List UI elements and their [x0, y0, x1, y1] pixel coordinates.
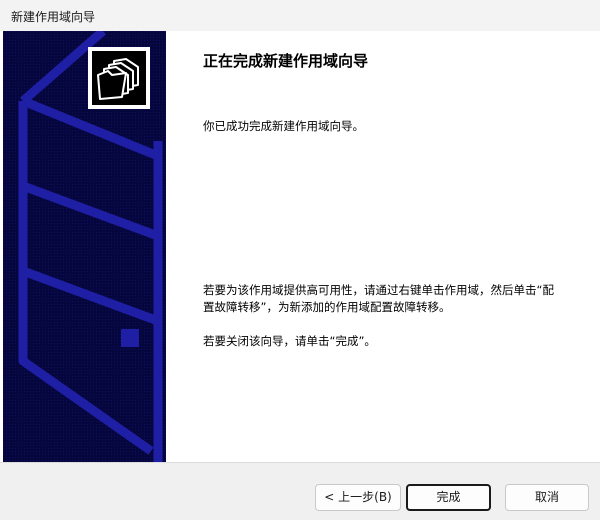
title-bar: 新建作用域向导 [0, 0, 600, 31]
wizard-logo [92, 51, 146, 105]
cancel-button[interactable]: 取消 [505, 484, 589, 511]
folders-icon [97, 58, 139, 100]
wizard-sidebar-banner [3, 31, 166, 462]
wizard-logo-frame [88, 47, 150, 109]
success-message: 你已成功完成新建作用域向导。 [203, 119, 364, 133]
page-title: 正在完成新建作用域向导 [203, 52, 369, 70]
window-title: 新建作用域向导 [11, 10, 96, 24]
button-bar: < 上一步(B) 完成 取消 [0, 462, 600, 520]
failover-instructions: 若要为该作用域提供高可用性，请通过右键单击作用域，然后单击“配置故障转移”，为新… [203, 283, 554, 314]
close-instructions: 若要关闭该向导，请单击“完成”。 [203, 334, 376, 348]
back-button[interactable]: < 上一步(B) [315, 484, 401, 511]
wizard-content: 正在完成新建作用域向导 你已成功完成新建作用域向导。 若要为该作用域提供高可用性… [166, 31, 600, 462]
wizard-window: 新建作用域向导 正在完成新建作用域向导 你已成功完成新建作用域向导。 若要为该作… [0, 0, 600, 520]
finish-button[interactable]: 完成 [406, 484, 491, 511]
